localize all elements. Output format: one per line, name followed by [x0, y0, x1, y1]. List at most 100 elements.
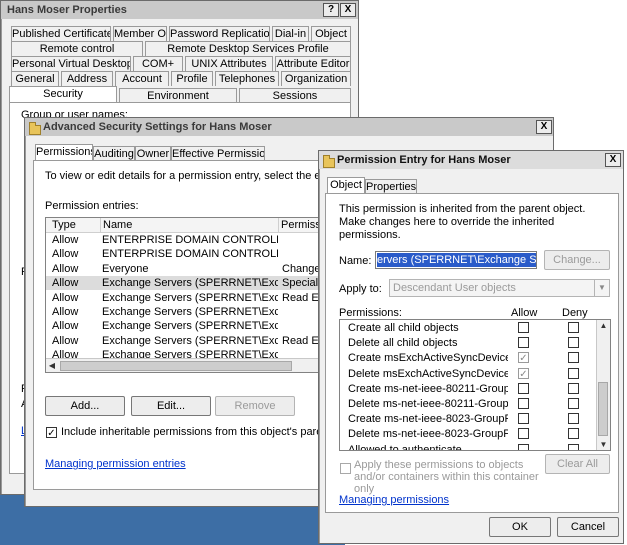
remove-button[interactable]: Remove — [215, 396, 295, 416]
inherited-message: This permission is inherited from the pa… — [339, 203, 586, 241]
deny-checkbox[interactable] — [568, 352, 579, 364]
deny-checkbox[interactable] — [568, 337, 579, 349]
deny-checkbox[interactable] — [568, 428, 579, 440]
permission-row[interactable]: Delete all child objects — [340, 336, 610, 350]
entry-type: Allow — [52, 291, 79, 304]
clear-all-button[interactable]: Clear All — [545, 454, 610, 474]
entry-type: Allow — [52, 262, 79, 275]
tab-remote-control[interactable]: Remote control — [11, 41, 143, 56]
permission-row[interactable]: Allowed to authenticate — [340, 443, 610, 450]
permission-name: Create all child objects — [348, 322, 459, 334]
managing-permissions-link[interactable]: Managing permissions — [339, 494, 449, 506]
tab-object[interactable]: Object — [327, 177, 365, 193]
tab-unix-attributes[interactable]: UNIX Attributes — [185, 56, 273, 71]
tab-owner[interactable]: Owner — [135, 146, 171, 161]
cancel-button[interactable]: Cancel — [557, 517, 619, 537]
table-row[interactable]: Allow Exchange Servers (SPERRNET\Exchan..… — [46, 334, 336, 348]
scroll-down-arrow-icon[interactable]: ▼ — [598, 440, 609, 449]
tab-dial-in[interactable]: Dial-in — [272, 26, 309, 41]
table-row[interactable]: Allow Exchange Servers (SPERRNET\Exchan..… — [46, 319, 336, 333]
allow-checkbox[interactable]: ✓ — [518, 367, 529, 380]
tab-remote-desktop-services-profile[interactable]: Remote Desktop Services Profile — [145, 41, 351, 56]
allow-checkbox[interactable] — [518, 322, 529, 333]
table-row[interactable]: Allow Exchange Servers (SPERRNET\Exchan..… — [46, 276, 336, 291]
include-inheritable-checkbox[interactable]: ✓ — [46, 427, 57, 439]
allow-checkbox[interactable] — [518, 428, 529, 440]
allow-checkbox[interactable]: ✓ — [518, 352, 529, 364]
tab-com-plus[interactable]: COM+ — [133, 56, 183, 71]
permission-row[interactable]: Delete ms-net-ieee-80211-GroupPoli... — [340, 397, 610, 411]
tab-personal-virtual-desktop[interactable]: Personal Virtual Desktop — [11, 56, 131, 71]
table-row[interactable]: Allow Everyone Change p — [46, 262, 336, 276]
tab-auditing[interactable]: Auditing — [93, 146, 135, 161]
edit-button[interactable]: Edit... — [131, 396, 211, 416]
tab-profile[interactable]: Profile — [171, 71, 213, 86]
tab-effective-permissions[interactable]: Effective Permissions — [171, 146, 265, 161]
name-field[interactable]: ervers (SPERRNET\Exchange Servers) — [375, 251, 537, 269]
column-header-type[interactable]: Type — [52, 218, 92, 232]
allow-checkbox[interactable] — [518, 443, 529, 450]
apply-to-dropdown[interactable]: Descendant User objects ▼ — [389, 279, 610, 297]
vertical-scrollbar[interactable]: ▲ ▼ — [596, 320, 610, 450]
list-header: Type Name Permission — [46, 218, 336, 233]
tab-environment[interactable]: Environment — [119, 88, 237, 103]
tab-telephones[interactable]: Telephones — [215, 71, 279, 86]
tab-general[interactable]: General — [11, 71, 59, 86]
permission-entry-title: Permission Entry for Hans Moser — [337, 154, 511, 166]
deny-checkbox[interactable] — [568, 413, 579, 425]
apply-container-checkbox[interactable] — [340, 463, 351, 474]
deny-checkbox[interactable] — [568, 398, 579, 409]
table-row[interactable]: Allow Exchange Servers (SPERRNET\Exchan..… — [46, 291, 336, 305]
ok-button[interactable]: OK — [489, 517, 551, 537]
tab-properties[interactable]: Properties — [365, 179, 417, 194]
tab-sessions[interactable]: Sessions — [239, 88, 351, 103]
permission-row[interactable]: Create msExchActiveSyncDevices o... ✓ — [340, 351, 610, 365]
name-label: Name: — [339, 255, 372, 267]
tab-attribute-editor[interactable]: Attribute Editor — [275, 56, 351, 71]
managing-permission-entries-link[interactable]: Managing permission entries — [45, 458, 186, 470]
apply-to-value: Descendant User objects — [393, 282, 516, 294]
tab-organization[interactable]: Organization — [281, 71, 351, 86]
entry-name: ENTERPRISE DOMAIN CONTROLLERS — [102, 234, 278, 246]
tab-member-of[interactable]: Member Of — [113, 26, 167, 41]
advanced-close-button[interactable]: X — [536, 120, 552, 134]
table-row[interactable]: Allow ENTERPRISE DOMAIN CONTROLLERS — [46, 247, 336, 261]
deny-checkbox[interactable] — [568, 322, 579, 333]
scroll-up-arrow-icon[interactable]: ▲ — [598, 321, 609, 330]
tab-account[interactable]: Account — [115, 71, 169, 86]
tab-security[interactable]: Security — [9, 86, 117, 102]
column-header-name[interactable]: Name — [100, 218, 279, 232]
deny-checkbox[interactable] — [568, 382, 579, 394]
tab-object[interactable]: Object — [311, 26, 351, 41]
close-button[interactable]: X — [340, 3, 356, 17]
scroll-thumb[interactable] — [598, 382, 608, 436]
permission-row[interactable]: Create all child objects — [340, 321, 610, 335]
allow-checkbox[interactable] — [518, 413, 529, 425]
allow-checkbox[interactable] — [518, 337, 529, 349]
entry-close-button[interactable]: X — [605, 153, 621, 167]
allow-checkbox[interactable] — [518, 398, 529, 409]
tab-address[interactable]: Address — [61, 71, 113, 86]
add-button[interactable]: Add... — [45, 396, 125, 416]
table-row[interactable]: Allow Exchange Servers (SPERRNET\Exchan..… — [46, 305, 336, 319]
tab-published-certificates[interactable]: Published Certificates — [11, 26, 111, 41]
change-button[interactable]: Change... — [544, 250, 610, 270]
tab-password-replication[interactable]: Password Replication — [169, 26, 270, 41]
tab-permissions[interactable]: Permissions — [35, 144, 93, 160]
deny-checkbox[interactable] — [568, 443, 579, 450]
scroll-left-arrow-icon[interactable]: ◀ — [48, 361, 56, 370]
help-button[interactable]: ? — [323, 3, 339, 17]
permission-row[interactable]: Create ms-net-ieee-80211-GroupPoli... — [340, 382, 610, 396]
permission-entries-list[interactable]: Type Name Permission Allow ENTERPRISE DOM… — [45, 217, 337, 373]
entry-name: ENTERPRISE DOMAIN CONTROLLERS — [102, 248, 278, 261]
scroll-thumb[interactable] — [60, 361, 292, 371]
permission-row[interactable]: Create ms-net-ieee-8023-GroupPolic... — [340, 412, 610, 426]
table-row[interactable]: Allow ENTERPRISE DOMAIN CONTROLLERS — [46, 233, 336, 247]
horizontal-scrollbar[interactable]: ◀ — [46, 358, 336, 372]
permission-row[interactable]: Delete msExchActiveSyncDevices ob... ✓ — [340, 367, 610, 381]
permission-name: Delete msExchActiveSyncDevices ob... — [348, 367, 508, 380]
permissions-list[interactable]: Create all child objects Delete all child… — [339, 319, 611, 451]
allow-checkbox[interactable] — [518, 382, 529, 394]
permission-row[interactable]: Delete ms-net-ieee-8023-GroupPolic... — [340, 427, 610, 441]
deny-checkbox[interactable] — [568, 367, 579, 379]
